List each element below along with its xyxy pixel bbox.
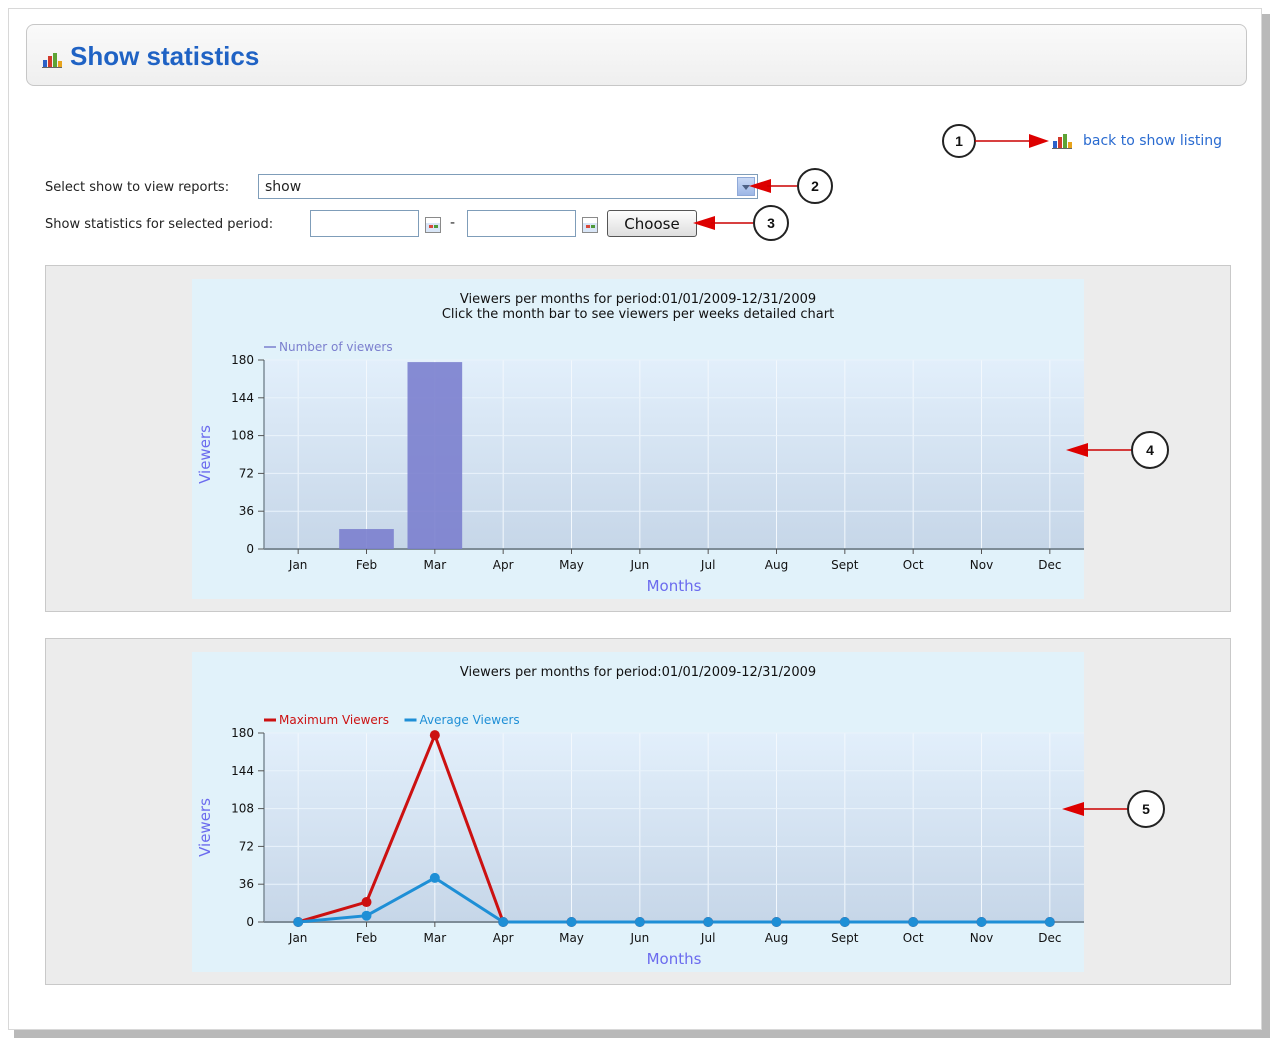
callout-number: 1 [955,133,963,149]
data-point-average-viewers [566,917,577,927]
y-tick-label: 0 [246,915,254,929]
bar-mar [407,362,463,549]
callout-number: 5 [1142,801,1150,817]
back-link-label[interactable]: back to show listing [1083,133,1222,149]
y-tick-label: 36 [239,877,254,891]
viewers-bar-chart-panel: Viewers per months for period:01/01/2009… [45,265,1231,612]
y-tick-label: 72 [239,839,254,853]
data-point-average-viewers [908,917,919,927]
data-point-average-viewers [1044,917,1055,927]
data-point-average-viewers [429,872,440,883]
y-tick-label: 72 [239,466,254,480]
x-tick-label: Apr [493,931,514,945]
x-tick-label: Oct [903,931,924,945]
x-tick-label: Sept [831,558,859,572]
show-select-label: Select show to view reports: [45,180,230,195]
x-tick-label: Jan [288,931,308,945]
chart-subtitle: Click the month bar to see viewers per w… [442,307,834,322]
page-container: Show statistics 1 back to show listing S… [8,8,1262,1030]
date-separator: - [450,215,456,231]
data-point-maximum-viewers [429,730,440,741]
data-point-average-viewers [498,917,509,927]
show-select-value: show [265,179,302,195]
show-select[interactable]: show [258,174,758,199]
y-tick-label: 144 [231,391,254,405]
data-point-average-viewers [361,910,372,921]
plot-area [264,360,1084,549]
x-tick-label: Mar [424,931,447,945]
data-point-maximum-viewers [361,897,372,908]
x-tick-label: Jul [700,931,715,945]
x-tick-label: Dec [1038,931,1061,945]
x-axis-label: Months [647,577,702,595]
x-tick-label: Mar [424,558,447,572]
start-date-input[interactable] [310,210,419,237]
viewers-line-chart-panel: Viewers per months for period:01/01/2009… [45,638,1231,985]
back-to-show-listing-link[interactable]: back to show listing [1051,130,1222,152]
y-tick-label: 144 [231,764,254,778]
x-tick-label: May [559,558,584,572]
y-axis-label: Viewers [196,798,214,857]
data-point-average-viewers [839,917,850,927]
page-header: Show statistics [26,24,1247,86]
bar-feb [339,529,394,549]
x-tick-label: Jul [700,558,715,572]
callout-number: 4 [1146,442,1154,458]
data-point-average-viewers [771,917,782,927]
y-tick-label: 180 [231,353,254,367]
callout-number: 2 [811,178,819,194]
x-tick-label: Nov [970,931,993,945]
calendar-icon[interactable] [425,217,441,233]
y-tick-label: 108 [231,429,254,443]
y-tick-label: 180 [231,726,254,740]
y-axis-label: Viewers [196,425,214,484]
data-point-average-viewers [976,917,987,927]
viewers-line-chart: Viewers per months for period:01/01/2009… [192,652,1084,972]
data-point-average-viewers [703,917,714,927]
end-date-input[interactable] [467,210,576,237]
y-tick-label: 36 [239,504,254,518]
viewers-bar-chart: Viewers per months for period:01/01/2009… [192,279,1084,599]
period-label: Show statistics for selected period: [45,217,274,232]
x-tick-label: Jan [288,558,308,572]
calendar-icon[interactable] [582,217,598,233]
callout-number: 3 [767,215,775,231]
chart-title: Viewers per months for period:01/01/2009… [460,665,816,680]
chart-title: Viewers per months for period:01/01/2009… [460,292,816,307]
callout-3: 3 [693,205,789,241]
page-title: Show statistics [70,41,260,71]
plot-area [264,733,1084,922]
x-tick-label: Nov [970,558,993,572]
x-tick-label: Feb [356,558,377,572]
callout-2: 2 [749,168,833,204]
x-axis-label: Months [647,950,702,968]
data-point-average-viewers [634,917,645,927]
x-tick-label: Aug [765,558,788,572]
x-tick-label: Oct [903,558,924,572]
x-tick-label: Dec [1038,558,1061,572]
x-tick-label: Jun [629,931,649,945]
x-tick-label: Apr [493,558,514,572]
y-tick-label: 0 [246,542,254,556]
bar-chart-icon [42,53,62,68]
x-tick-label: Sept [831,931,859,945]
y-tick-label: 108 [231,802,254,816]
callout-4: 4 [1066,431,1169,469]
legend-label: Maximum Viewers [279,713,389,727]
x-tick-label: Jun [629,558,649,572]
x-tick-label: May [559,931,584,945]
callout-5: 5 [1062,790,1165,828]
callout-1: 1 [942,124,1049,158]
legend-label: Number of viewers [279,340,393,354]
legend-label: Average Viewers [420,713,520,727]
x-tick-label: Aug [765,931,788,945]
data-point-average-viewers [293,917,304,927]
x-tick-label: Feb [356,931,377,945]
bar-chart-icon [1052,134,1072,149]
choose-button[interactable]: Choose [607,210,697,237]
